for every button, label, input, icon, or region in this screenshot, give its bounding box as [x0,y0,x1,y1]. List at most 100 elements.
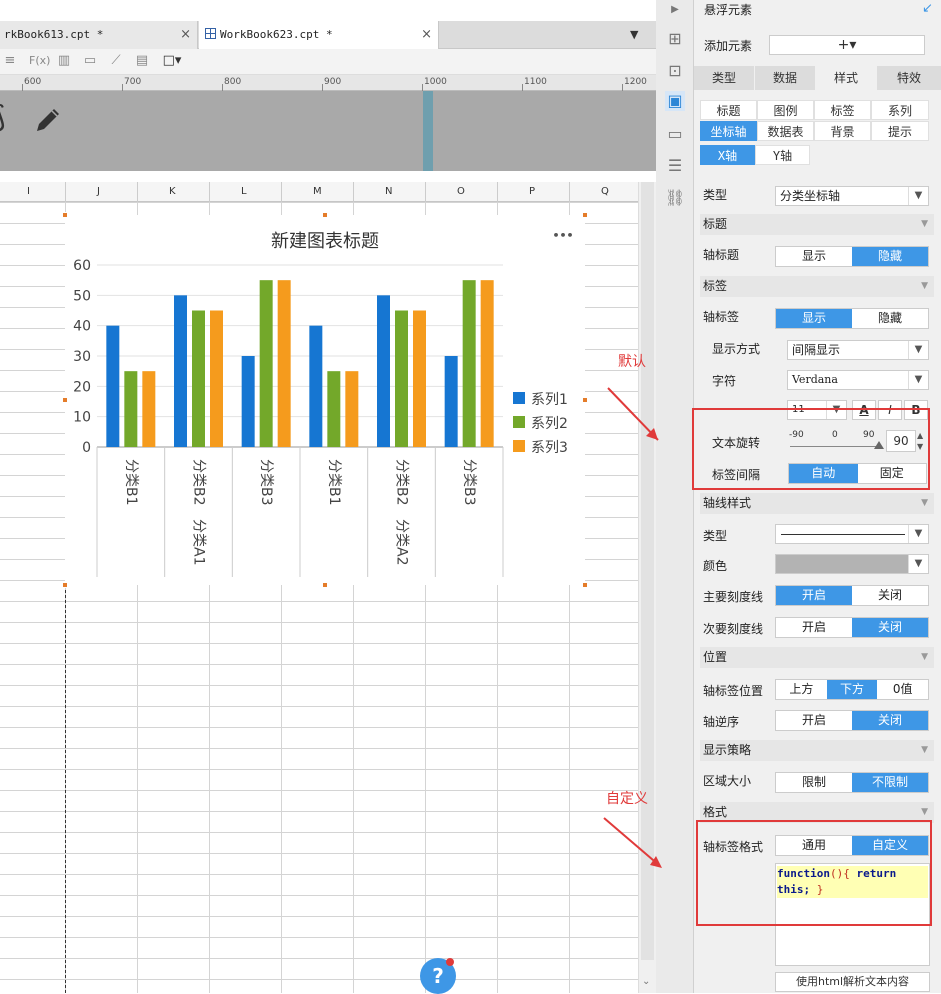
option-off[interactable]: 关闭 [852,711,928,730]
option-unlimited[interactable]: 不限制 [852,773,928,792]
use-html-button[interactable]: 使用html解析文本内容 [775,972,930,992]
bar [327,371,341,447]
column-label[interactable]: P [529,186,535,197]
column-label[interactable]: Q [601,186,609,197]
tab-menu-icon[interactable]: ▼ [630,28,638,41]
axis-type-select[interactable]: 分类坐标轴 ▼ [775,186,929,206]
axis-label-toggle[interactable]: 显示 隐藏 [775,308,929,329]
option-on[interactable]: 开启 [776,618,852,637]
collapse-icon[interactable]: ↙ [922,1,933,16]
expand-icon[interactable]: ▶ [665,0,685,20]
subtab-title[interactable]: 标题 [700,100,757,120]
chart-icon[interactable]: ▥ [56,53,72,69]
resize-handle[interactable] [322,582,328,588]
subtab-x-axis[interactable]: X轴 [700,145,755,165]
tab-type[interactable]: 类型 [694,66,754,90]
scroll-down-icon[interactable]: ⌄ [642,976,650,987]
option-on[interactable]: 开启 [776,711,852,730]
brush-icon[interactable]: ⟆ [0,100,6,135]
column-label[interactable]: N [385,186,392,197]
list-icon[interactable]: ☰ [665,156,685,176]
x-tick-label: 分类B1 [123,459,139,506]
subtab-series[interactable]: 系列 [871,100,929,120]
column-label[interactable]: J [97,186,100,197]
option-on[interactable]: 开启 [776,586,852,605]
label-position-toggle[interactable]: 上方 下方 0值 [775,679,929,700]
option-show[interactable]: 显示 [776,309,852,328]
tab-data[interactable]: 数据 [755,66,815,90]
tab-workbook613[interactable]: rkBook613.cpt * × [0,21,198,49]
axis-label-label: 轴标签 [703,310,740,324]
column-label[interactable]: O [457,186,465,197]
resize-handle[interactable] [322,212,328,218]
subtab-datasheet[interactable]: 数据表 [757,121,814,141]
resize-handle[interactable] [62,397,68,403]
section-strategy[interactable]: 显示策略 ▼ [700,740,934,761]
option-off[interactable]: 关闭 [852,586,928,605]
subtab-axis[interactable]: 坐标轴 [700,121,757,141]
ruler-mark: 800 [224,77,242,87]
column-label[interactable]: M [313,186,322,197]
option-hide[interactable]: 隐藏 [852,309,928,328]
border-icon[interactable]: □▾ [160,53,184,69]
slash-icon[interactable]: ⟋ [108,53,124,69]
option-zero[interactable]: 0值 [877,680,928,699]
display-mode-select[interactable]: 间隔显示 ▼ [787,340,929,360]
highlight-custom-box [696,820,932,926]
column-label[interactable]: L [241,186,247,197]
subtab-legend[interactable]: 图例 [757,100,814,120]
highlight-default-box [692,408,930,490]
subtab-background[interactable]: 背景 [814,121,871,141]
line-type-select[interactable]: ▼ [775,524,929,544]
image-icon[interactable]: ▭ [82,53,98,69]
section-title[interactable]: 标题 ▼ [700,214,934,235]
chart-title: 新建图表标题 [271,231,379,252]
form-icon[interactable]: ▭ [665,124,685,144]
close-icon[interactable]: × [180,21,191,49]
resize-handle[interactable] [582,397,588,403]
font-select[interactable]: Verdana ▼ [787,370,929,390]
close-icon[interactable]: × [421,21,432,49]
resize-handle[interactable] [62,582,68,588]
option-off[interactable]: 关闭 [852,618,928,637]
subtab-label[interactable]: 标签 [814,100,871,120]
axis-reverse-toggle[interactable]: 开启 关闭 [775,710,929,731]
select-value: 分类坐标轴 [780,189,841,203]
subtab-y-axis[interactable]: Y轴 [755,145,810,165]
chart-widget[interactable]: 新建图表标题 ••• 60 50 40 30 20 10 0 分类B1 分类B2 分类B3 分类B1 分类… [65,215,585,585]
formula-icon[interactable]: F(x) [29,53,50,69]
column-label[interactable]: I [27,186,30,197]
section-label-header[interactable]: 标签 ▼ [700,276,934,297]
axis-title-toggle[interactable]: 显示 隐藏 [775,246,929,267]
widget-icon[interactable]: ⊡ [665,61,685,81]
option-bottom[interactable]: 下方 [826,680,878,699]
major-tick-toggle[interactable]: 开启 关闭 [775,585,929,606]
align-icon[interactable]: ≡ [2,53,18,69]
color-select[interactable]: ▼ [775,554,929,574]
column-label[interactable]: K [169,186,176,197]
option-limit[interactable]: 限制 [776,773,852,792]
pencil-icon[interactable] [32,104,64,144]
cell-attr-icon[interactable]: ⊞ [665,29,685,49]
body-area [0,91,656,171]
tab-effect[interactable]: 特效 [877,66,941,90]
option-hide[interactable]: 隐藏 [852,247,928,266]
float-element-icon[interactable]: ▣ [665,91,685,111]
tab-workbook623[interactable]: WorkBook623.cpt * × [199,21,439,49]
y-tick-label: 60 [73,258,91,274]
option-top[interactable]: 上方 [776,680,827,699]
area-size-toggle[interactable]: 限制 不限制 [775,772,929,793]
option-show[interactable]: 显示 [776,247,852,266]
ruler: 600 700 800 900 1000 1100 1200 [0,75,656,91]
section-line-style[interactable]: 轴线样式 ▼ [700,493,934,514]
resize-handle[interactable] [62,212,68,218]
section-position[interactable]: 位置 ▼ [700,647,934,668]
doc-icon[interactable]: ▤ [134,53,150,69]
resize-handle[interactable] [582,582,588,588]
link-icon[interactable]: ⛓ [665,188,685,208]
add-element-button[interactable]: +▾ [769,35,925,55]
tab-style[interactable]: 样式 [816,66,876,90]
resize-handle[interactable] [582,212,588,218]
minor-tick-toggle[interactable]: 开启 关闭 [775,617,929,638]
subtab-tooltip[interactable]: 提示 [871,121,929,141]
